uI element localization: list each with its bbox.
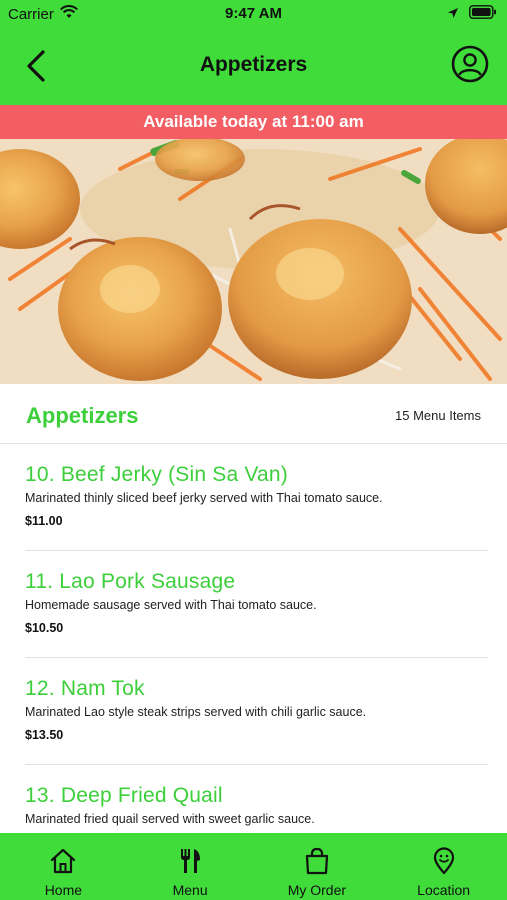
shopping-bag-icon <box>305 847 328 875</box>
tab-label: Menu <box>172 882 208 898</box>
menu-list: 10. Beef Jerky (Sin Sa Van) Marinated th… <box>0 444 507 833</box>
page-title: Appetizers <box>199 53 308 76</box>
menu-item-price: $13.50 <box>25 728 64 742</box>
menu-item-description: Marinated Lao style steak strips served … <box>25 705 367 719</box>
user-circle-icon <box>451 45 489 83</box>
location-pin-icon <box>433 847 454 875</box>
status-time: 9:47 AM <box>225 5 282 22</box>
menu-item[interactable]: 10. Beef Jerky (Sin Sa Van) Marinated th… <box>25 444 488 551</box>
nav-bar: Appetizers <box>0 30 507 105</box>
menu-item-count: 15 Menu Items <box>395 408 481 423</box>
availability-banner: Available today at 11:00 am <box>0 105 507 139</box>
section-header: Appetizers 15 Menu Items <box>0 384 507 444</box>
menu-item-name: 11. Lao Pork Sausage <box>25 570 236 593</box>
menu-item[interactable]: 11. Lao Pork Sausage Homemade sausage se… <box>25 551 488 658</box>
menu-item-name: 12. Nam Tok <box>25 677 145 700</box>
hero-image <box>0 139 507 384</box>
tab-label: Location <box>417 882 471 898</box>
profile-button[interactable] <box>451 45 489 83</box>
food-photo <box>0 139 507 384</box>
menu-item-name: 13. Deep Fried Quail <box>25 784 223 807</box>
home-icon <box>51 848 76 874</box>
tab-label: My Order <box>287 882 347 898</box>
location-arrow-icon <box>447 6 459 23</box>
status-bar: Carrier 9:47 AM <box>0 0 507 30</box>
fork-knife-icon <box>181 849 201 873</box>
section-title: Appetizers <box>26 403 139 428</box>
tab-label: Home <box>44 882 83 898</box>
menu-item-price: $10.50 <box>25 621 64 635</box>
header: Carrier 9:47 AM Appetizers <box>0 0 507 105</box>
tab-location[interactable]: Location <box>380 833 507 900</box>
tab-menu[interactable]: Menu <box>127 833 254 900</box>
tab-my-order[interactable]: My Order <box>254 833 381 900</box>
menu-item[interactable]: 12. Nam Tok Marinated Lao style steak st… <box>25 658 488 765</box>
tab-bar: Home Menu My Order Location <box>0 833 507 900</box>
menu-item-description: Marinated fried quail served with sweet … <box>25 812 315 826</box>
menu-item-description: Marinated thinly sliced beef jerky serve… <box>25 491 383 505</box>
menu-item-name: 10. Beef Jerky (Sin Sa Van) <box>25 463 288 486</box>
battery-icon <box>469 5 497 23</box>
tab-home[interactable]: Home <box>0 833 127 900</box>
menu-item-price: $11.00 <box>25 514 63 528</box>
menu-item[interactable]: 13. Deep Fried Quail Marinated fried qua… <box>25 765 488 833</box>
menu-item-description: Homemade sausage served with Thai tomato… <box>25 598 317 612</box>
